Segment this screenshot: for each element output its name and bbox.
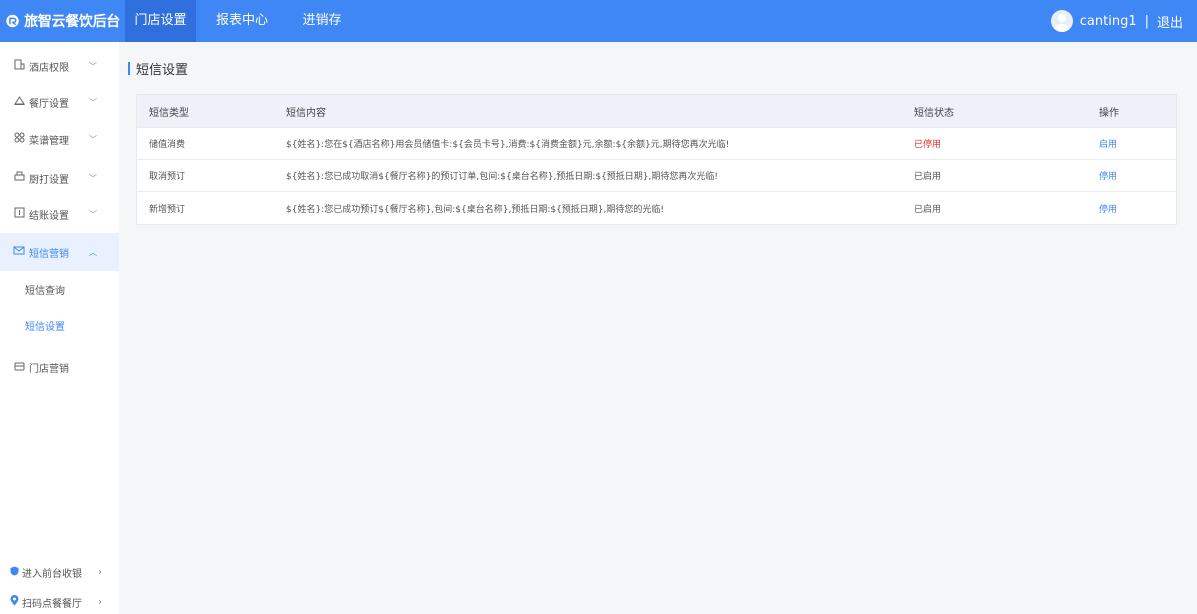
link-label: 进入前台收银 <box>22 568 82 580</box>
user-separator: | <box>1144 13 1149 29</box>
chevron-up-icon: ︿ <box>89 247 97 257</box>
page-title: 短信设置 <box>128 58 188 78</box>
disable-button[interactable]: 停用 <box>1099 160 1117 191</box>
sidebar-item-kitchen-print[interactable]: 厨打设置 ﹀ <box>0 159 119 197</box>
chevron-down-icon: ﹀ <box>89 134 97 144</box>
chevron-right-icon: › <box>98 596 102 608</box>
column-header: 操作 <box>1099 107 1119 119</box>
checkout-icon <box>11 207 27 221</box>
sms-status-cell: 已启用 <box>914 204 942 215</box>
location-pin-icon <box>10 595 19 609</box>
sidebar-item-checkout-settings[interactable]: 结账设置 ﹀ <box>0 195 119 233</box>
sms-type-cell: 取消预订 <box>149 172 186 182</box>
sms-content-cell: ${姓名}:您在${酒店名称}用会员储值卡:${会员卡号},消费:${消费金额}… <box>286 140 730 150</box>
sms-status-cell: 已停用 <box>914 140 942 150</box>
sidebar-item-label: 门店营销 <box>29 363 69 375</box>
sms-content-cell: ${姓名}:您已成功取消${餐厅名称}的预订订单,包间:${桌台名称},预抵日期… <box>286 172 719 182</box>
sms-content-cell: ${姓名}:您已成功预订${餐厅名称},包间:${桌台名称},预抵日期:${预抵… <box>286 204 665 215</box>
sms-settings-table: 短信类型 短信内容 短信状态 操作 储值消费 ${姓名}:您在${酒店名称}用会… <box>136 94 1177 225</box>
store-icon <box>11 360 27 374</box>
column-header: 短信类型 <box>149 107 189 119</box>
sms-type-cell: 新增预订 <box>149 204 186 215</box>
logout-button[interactable]: 退出 <box>1157 12 1183 31</box>
username[interactable]: canting1 <box>1080 14 1137 29</box>
chevron-down-icon: ﹀ <box>89 97 97 107</box>
sidebar-item-label: 酒店权限 <box>29 62 69 74</box>
grid-icon <box>11 132 27 146</box>
title-accent-bar <box>128 61 130 75</box>
sidebar-item-menu-management[interactable]: 菜谱管理 ﹀ <box>0 120 119 158</box>
table-row: 储值消费 ${姓名}:您在${酒店名称}用会员储值卡:${会员卡号},消费:${… <box>137 128 1176 160</box>
sidebar-item-label: 餐厅设置 <box>29 98 69 110</box>
disable-button[interactable]: 停用 <box>1099 192 1117 224</box>
sidebar-item-label: 短信营销 <box>29 248 69 260</box>
sidebar: 酒店权限 ﹀ 餐厅设置 ﹀ 菜谱管理 ﹀ 厨打设置 ﹀ 结账设置 ﹀ 短信营销 … <box>0 42 119 614</box>
mail-icon <box>11 245 27 259</box>
link-label: 扫码点餐餐厅 <box>22 598 82 610</box>
page-title-text: 短信设置 <box>136 62 189 78</box>
sidebar-item-hotel-permissions[interactable]: 酒店权限 ﹀ <box>0 47 119 85</box>
sidebar-item-store-marketing[interactable]: 门店营销 <box>0 348 119 386</box>
chevron-down-icon: ﹀ <box>89 173 97 183</box>
top-navbar: 旅智云餐饮后台 门店设置 报表中心 进销存 canting1 | 退出 <box>0 0 1197 42</box>
sidebar-subitem-sms-settings[interactable]: 短信设置 <box>0 310 119 346</box>
column-header: 短信内容 <box>286 107 326 119</box>
table-header-row: 短信类型 短信内容 短信状态 操作 <box>137 95 1176 128</box>
sms-status-cell: 已启用 <box>914 172 942 182</box>
avatar[interactable] <box>1050 10 1073 32</box>
scan-order-link[interactable]: 扫码点餐餐厅 › <box>0 590 119 614</box>
sidebar-item-restaurant-settings[interactable]: 餐厅设置 ﹀ <box>0 83 119 121</box>
column-header: 短信状态 <box>914 107 954 119</box>
enable-button[interactable]: 启用 <box>1099 128 1117 159</box>
app-title: 旅智云餐饮后台 <box>24 14 120 30</box>
shield-icon <box>10 566 19 579</box>
sidebar-subitem-sms-query[interactable]: 短信查询 <box>0 274 119 310</box>
chevron-down-icon: ﹀ <box>89 209 97 219</box>
chevron-down-icon: ﹀ <box>89 61 97 71</box>
table-row: 取消预订 ${姓名}:您已成功取消${餐厅名称}的预订订单,包间:${桌台名称}… <box>137 160 1176 192</box>
building-icon <box>11 59 27 73</box>
chevron-right-icon: › <box>98 566 102 578</box>
printer-icon <box>11 171 27 185</box>
sms-type-cell: 储值消费 <box>149 140 186 150</box>
sidebar-item-label: 菜谱管理 <box>29 135 69 147</box>
nav-tab-store-settings[interactable]: 门店设置 <box>125 0 196 42</box>
nav-tab-inventory[interactable]: 进销存 <box>296 0 348 42</box>
sidebar-item-label: 厨打设置 <box>29 174 69 186</box>
enter-front-desk-link[interactable]: 进入前台收银 › <box>0 560 119 584</box>
restaurant-icon <box>11 95 27 109</box>
app-logo[interactable]: 旅智云餐饮后台 <box>6 0 120 42</box>
user-area: canting1 | 退出 <box>1050 0 1183 42</box>
logo-icon <box>6 14 19 28</box>
sidebar-item-sms-marketing[interactable]: 短信营销 ︿ <box>0 233 119 271</box>
table-row: 新增预订 ${姓名}:您已成功预订${餐厅名称},包间:${桌台名称},预抵日期… <box>137 192 1176 224</box>
sidebar-item-label: 结账设置 <box>29 210 69 222</box>
nav-tab-report-center[interactable]: 报表中心 <box>209 0 275 42</box>
